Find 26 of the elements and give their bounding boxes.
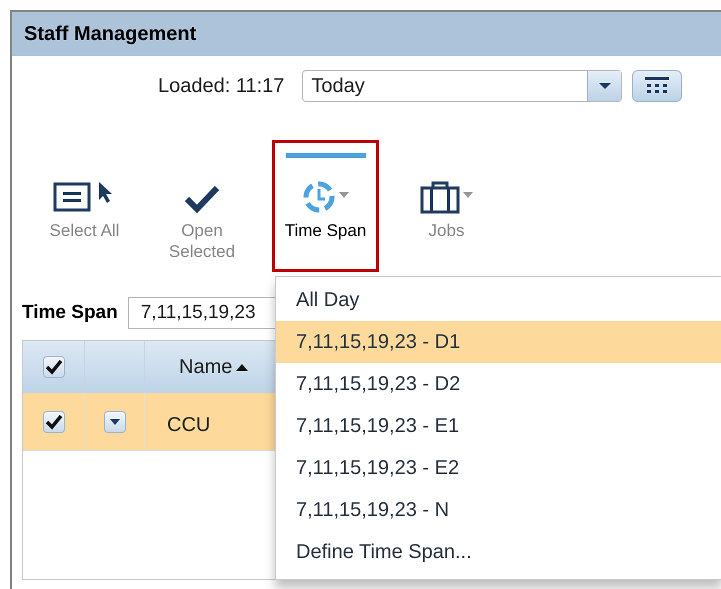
caret-icon: [110, 418, 120, 424]
calendar-button[interactable]: [632, 70, 682, 102]
window-title: Staff Management: [24, 22, 196, 47]
clock-icon: [302, 180, 336, 214]
time-span-label: Time Span: [22, 300, 118, 325]
header-checkbox[interactable]: [42, 356, 64, 378]
menu-item[interactable]: 7,11,15,19,23 - D1: [276, 321, 721, 363]
toolbar-button[interactable]: Open Selected: [152, 140, 252, 272]
toolbar-button[interactable]: Time Span: [272, 140, 379, 272]
calendar-grid-icon: [645, 77, 670, 95]
menu-item[interactable]: Define Time Span...: [276, 531, 721, 573]
menu-item[interactable]: 7,11,15,19,23 - E2: [276, 447, 721, 489]
checkmark-icon: [184, 184, 220, 214]
menu-item[interactable]: 7,11,15,19,23 - D2: [276, 363, 721, 405]
toolbar-button[interactable]: Jobs: [399, 140, 494, 272]
table-cell-text: CCU: [167, 412, 210, 438]
toolbar-button[interactable]: Select All: [37, 140, 132, 272]
expand-button[interactable]: [104, 410, 126, 432]
menu-item[interactable]: 7,11,15,19,23 - N: [276, 489, 721, 531]
briefcase-icon: [420, 180, 460, 214]
menu-item[interactable]: All Day: [276, 279, 721, 321]
column-header[interactable]: Name: [179, 352, 248, 382]
row-checkbox[interactable]: [42, 410, 64, 432]
menu-item[interactable]: 7,11,15,19,23 - E1: [276, 405, 721, 447]
loaded-time: Loaded: 11:17: [158, 74, 284, 99]
date-select[interactable]: Today: [302, 70, 622, 102]
